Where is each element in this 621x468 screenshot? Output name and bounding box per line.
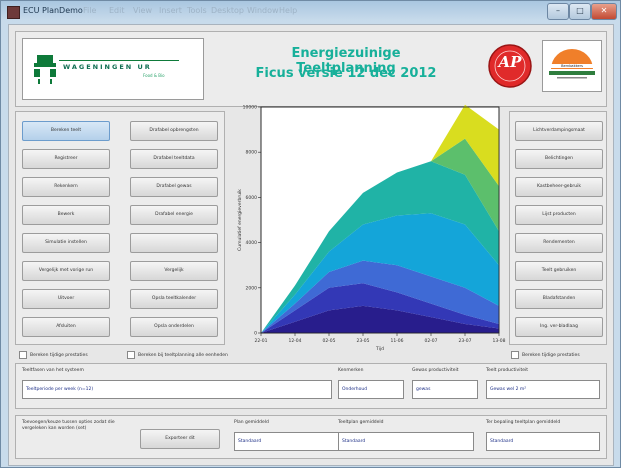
crop-phases-label: Teeltfasen van het systeem <box>22 368 84 373</box>
menu-insert[interactable]: Insert <box>159 6 182 15</box>
leaf-spacing-button[interactable]: Bladafstanden <box>515 289 603 309</box>
checkbox-right-box[interactable] <box>511 351 519 359</box>
menu-view[interactable]: View <box>133 6 152 15</box>
checkbox-left-2-box[interactable] <box>127 351 135 359</box>
y-tick-label-0: 0 <box>254 331 257 337</box>
client-area: WAGENINGEN UR Food & Bio Energiezuinige … <box>8 24 614 466</box>
y-tick-label-4: 8000 <box>246 150 258 156</box>
lighting-button[interactable]: Belichtingen <box>515 149 603 169</box>
crop-plan-average-field[interactable]: Standaard <box>338 432 474 451</box>
characteristics-field[interactable]: Onderhoud <box>338 380 404 399</box>
y-tick-label-1: 2000 <box>246 285 258 291</box>
settings-row-panel: Teeltfasen van het systeem Teeltperiode … <box>15 363 607 409</box>
x-tick-label-2: 02-05 <box>322 338 335 344</box>
crop-productivity-label: Gewas productiviteit <box>412 368 459 373</box>
minimize-button[interactable]: – <box>547 3 569 20</box>
x-tick-label-4: 11-06 <box>390 338 403 344</box>
export-button[interactable]: Exporteer dit <box>140 429 220 449</box>
checkbox-left-1-label: Bereken tijdige prestaties <box>30 352 88 358</box>
crop-plan-determination-label: Ter bepaling teeltplan gemiddeld <box>486 420 561 425</box>
app-icon <box>7 6 20 19</box>
x-tick-label-0: 22-01 <box>254 338 267 344</box>
y-axis-label: Cumulatief energieverbruik <box>237 189 243 251</box>
leaf-layer-button[interactable]: Ing. ver-bladlaag <box>515 317 603 337</box>
menu-edit[interactable]: Edit <box>109 6 125 15</box>
crop-plan-determination-field[interactable]: Standaard <box>486 432 600 451</box>
y-tick-label-3: 6000 <box>246 195 258 201</box>
checkbox-left-2-label: Bereken bij teeltplanning alle eenheden <box>138 352 228 358</box>
menu-window[interactable]: Window <box>247 6 279 15</box>
checkbox-left-2[interactable]: Bereken bij teeltplanning alle eenheden <box>127 351 228 359</box>
menu-tools[interactable]: Tools <box>187 6 207 15</box>
x-tick-label-5: 02-07 <box>424 338 437 344</box>
x-tick-label-1: 12-04 <box>288 338 301 344</box>
application-window: ECU PlanDemo File Edit View Insert Tools… <box>0 0 621 468</box>
x-tick-label-6: 23-07 <box>458 338 471 344</box>
crop-usage-button[interactable]: Teelt gebruiken <box>515 261 603 281</box>
light-evaporation-button[interactable]: Lichtverdampingsmaat <box>515 121 603 141</box>
window-title: ECU PlanDemo <box>23 6 83 15</box>
menu-desktop[interactable]: Desktop <box>211 6 244 15</box>
close-button[interactable]: ✕ <box>591 3 617 20</box>
greenhouse-usage-button[interactable]: Kastbeheer-gebruik <box>515 177 603 197</box>
cultivation-productivity-label: Teelt productiviteit <box>486 368 528 373</box>
characteristics-label: Kenmerken <box>338 368 364 373</box>
crop-phases-field[interactable]: Teeltperiode per week (n=12) <box>22 380 332 399</box>
title-bar: ECU PlanDemo File Edit View Insert Tools… <box>1 1 620 23</box>
cultivation-productivity-field[interactable]: Gewas wel 2 m² <box>486 380 600 399</box>
checkbox-right[interactable]: Bereken tijdige prestaties <box>511 351 580 359</box>
maximize-button[interactable]: □ <box>569 3 591 20</box>
x-tick-label-3: 23-05 <box>356 338 369 344</box>
checkbox-left-1[interactable]: Bereken tijdige prestaties <box>19 351 88 359</box>
menu-help[interactable]: Help <box>279 6 297 15</box>
efficiencies-button[interactable]: Rendementen <box>515 233 603 253</box>
checkbox-left-1-box[interactable] <box>19 351 27 359</box>
checkbox-right-label: Bereken tijdige prestaties <box>522 352 580 358</box>
crop-plan-average-label: Teeltplan gemiddeld <box>338 420 384 425</box>
x-axis-label: Tijd <box>375 346 384 352</box>
product-list-button[interactable]: Lijst producten <box>515 205 603 225</box>
plan-average-field[interactable]: Standaard <box>234 432 340 451</box>
y-tick-label-2: 4000 <box>246 240 258 246</box>
right-buttons-panel: Lichtverdampingsmaat Belichtingen Kastbe… <box>509 111 607 345</box>
export-row-panel: Toevoegen/keuze tussen opties zodat die … <box>15 415 607 459</box>
plan-average-label: Plan gemiddeld <box>234 420 269 425</box>
export-note: Toevoegen/keuze tussen opties zodat die … <box>22 420 115 431</box>
x-tick-label-7: 13-08 <box>492 338 505 344</box>
menu-file[interactable]: File <box>83 6 96 15</box>
crop-productivity-field[interactable]: gewas <box>412 380 478 399</box>
y-tick-label-5: 10000 <box>243 105 257 111</box>
